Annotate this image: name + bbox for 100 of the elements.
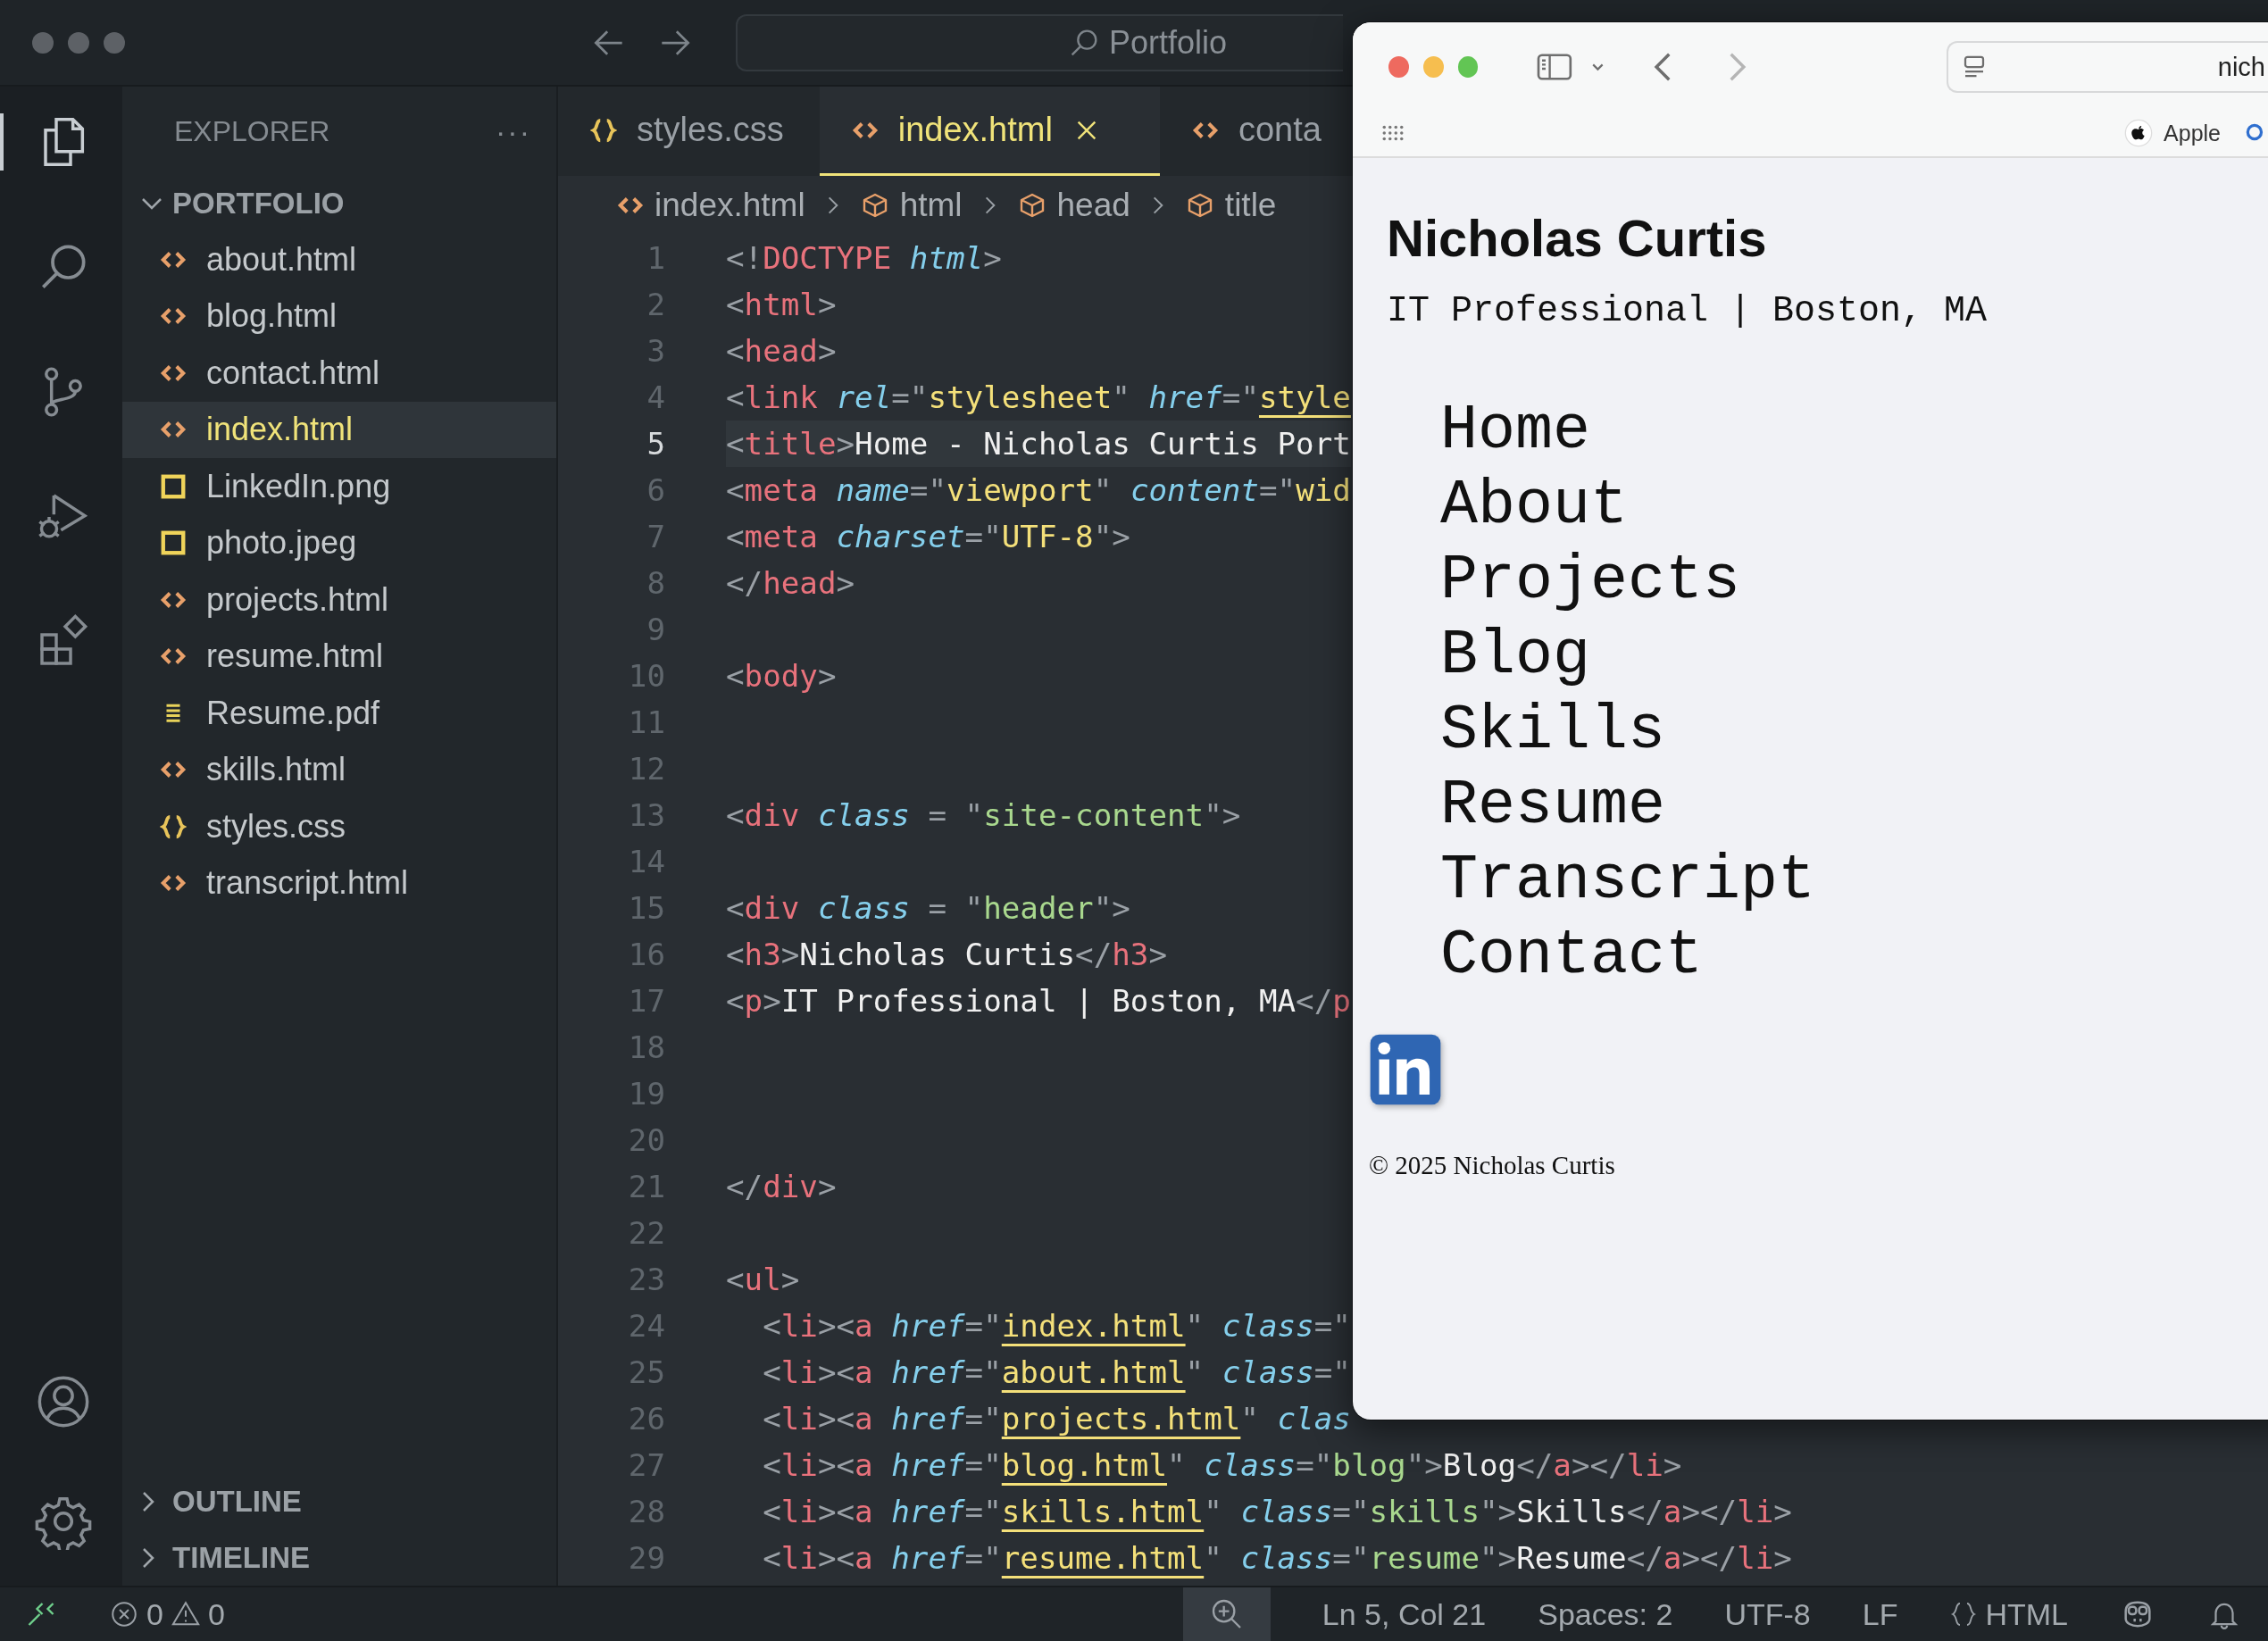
file-item[interactable]: projects.html — [122, 571, 556, 629]
line-number: 2 — [646, 287, 665, 322]
more-actions-button[interactable]: ··· — [496, 113, 531, 149]
line-number: 18 — [627, 1029, 665, 1065]
nav-link[interactable]: Projects — [1440, 544, 1741, 619]
page-heading: Nicholas Curtis — [1387, 208, 1768, 268]
line-number: 29 — [627, 1540, 665, 1576]
explorer-title: EXPLORER — [174, 114, 330, 148]
code-line: <ul> — [726, 1261, 800, 1299]
code-line: <h3>Nicholas Curtis</h3> — [726, 936, 1168, 974]
code-line: <html> — [726, 286, 837, 324]
braces-file-icon — [160, 812, 187, 840]
file-item[interactable]: transcript.html — [122, 854, 556, 912]
zoom-button[interactable] — [1182, 1587, 1271, 1641]
indentation-setting[interactable]: Spaces: 2 — [1538, 1596, 1673, 1632]
sidebar-toggle-icon[interactable] — [1537, 52, 1573, 82]
code-line: <li><a href="blog.html" class="blog">Blog</a></li> — [762, 1446, 1682, 1485]
line-number: 13 — [627, 797, 665, 833]
editor-tab[interactable]: conta — [1159, 87, 1322, 176]
code-line: </div> — [726, 1168, 837, 1206]
nav-link[interactable]: About — [1440, 469, 1629, 544]
line-number: 24 — [627, 1308, 665, 1344]
breadcrumb-item[interactable]: index.html — [617, 187, 805, 224]
line-number: 7 — [646, 519, 665, 554]
code-line: <!DOCTYPE html> — [726, 239, 1002, 278]
line-number: 11 — [627, 704, 665, 740]
code-line: <p>IT Professional | Boston, MA</p — [726, 982, 1351, 1020]
file-item[interactable]: contact.html — [122, 345, 556, 402]
line-number: 14 — [627, 844, 665, 879]
encoding-setting[interactable]: UTF-8 — [1724, 1596, 1811, 1632]
editor-tab[interactable]: styles.css — [558, 87, 820, 176]
line-number: 17 — [627, 983, 665, 1019]
close-window-button[interactable] — [1388, 56, 1409, 78]
file-item[interactable]: photo.jpeg — [122, 514, 556, 571]
nav-link[interactable]: Transcript — [1440, 844, 1816, 919]
line-number: 26 — [627, 1401, 665, 1437]
line-number: 9 — [646, 612, 665, 647]
window-control-dot[interactable] — [68, 31, 89, 54]
error-count: 0 — [146, 1596, 163, 1632]
braces-file-icon — [590, 116, 617, 144]
line-number: 4 — [646, 379, 665, 415]
breadcrumb-item[interactable]: html — [860, 187, 963, 224]
line-number: 8 — [646, 565, 665, 601]
code-line: <li><a href="index.html" class=" — [762, 1307, 1351, 1345]
line-number: 16 — [627, 937, 665, 972]
file-item[interactable]: index.html — [122, 401, 556, 458]
line-number: 3 — [646, 333, 665, 369]
file-item[interactable]: Resume.pdf — [122, 685, 556, 742]
nav-link[interactable]: Contact — [1440, 919, 1704, 994]
line-number: 22 — [627, 1215, 665, 1251]
code-line: <head> — [726, 332, 837, 371]
linkedin-logo-icon[interactable] — [1369, 1033, 1442, 1106]
warning-count: 0 — [207, 1596, 225, 1632]
line-number: 10 — [627, 658, 665, 694]
file-item[interactable]: skills.html — [122, 741, 556, 798]
line-number: 6 — [646, 472, 665, 508]
line-number: 28 — [627, 1494, 665, 1529]
code-line: <li><a href="about.html" class=" — [762, 1354, 1351, 1392]
window-control-dot[interactable] — [32, 31, 54, 54]
window-control-dot[interactable] — [104, 31, 125, 54]
nav-link[interactable]: Resume — [1440, 769, 1666, 844]
line-number: 25 — [627, 1354, 665, 1390]
file-item[interactable]: LinkedIn.png — [122, 458, 556, 515]
line-number: 5 — [646, 426, 665, 462]
footer-text: © 2025 Nicholas Curtis — [1369, 1151, 1616, 1180]
problems-button[interactable]: 0 0 — [109, 1596, 225, 1632]
code-line: </head> — [726, 564, 855, 603]
section-header[interactable]: OUTLINE — [122, 1473, 556, 1529]
line-number: 27 — [627, 1447, 665, 1483]
language-mode[interactable]: HTML — [1949, 1596, 2068, 1632]
code-line: <li><a href="skills.html" class="skills">Skills</a></li> — [762, 1493, 1792, 1531]
breadcrumb-item[interactable]: title — [1185, 187, 1277, 224]
line-number: 15 — [627, 890, 665, 926]
code-line: <li><a href="resume.html" class="resume">Resume</a></li> — [762, 1539, 1792, 1578]
breadcrumb-item[interactable]: head — [1017, 187, 1130, 224]
image-file-icon — [160, 529, 187, 557]
line-number: 1 — [646, 240, 665, 276]
apple-logo-icon — [2124, 119, 2154, 147]
line-number: 21 — [627, 1169, 665, 1204]
address-field[interactable]: nich — [1946, 41, 2268, 93]
code-line: <link rel="stylesheet" href="style — [726, 379, 1351, 417]
file-item[interactable]: blog.html — [122, 287, 556, 345]
page-subtitle: IT Professional | Boston, MA — [1387, 291, 1989, 331]
file-item[interactable]: resume.html — [122, 628, 556, 685]
nav-link[interactable]: Home — [1440, 394, 1591, 469]
command-search-field[interactable]: Portfolio — [736, 13, 1343, 71]
code-line: <div class = "header"> — [726, 889, 1130, 928]
editor-tab[interactable]: index.html — [819, 87, 1160, 176]
section-header[interactable]: TIMELINE — [122, 1529, 556, 1586]
nav-link[interactable]: Blog — [1440, 619, 1591, 694]
line-ending-setting[interactable]: LF — [1862, 1596, 1898, 1632]
line-number: 20 — [627, 1122, 665, 1158]
file-item[interactable]: about.html — [122, 231, 556, 288]
bookmark-link[interactable]: Apple — [2124, 119, 2221, 147]
file-item[interactable]: styles.css — [122, 798, 556, 855]
code-line: <meta charset="UTF-8"> — [726, 518, 1130, 556]
nav-link[interactable]: Skills — [1440, 694, 1666, 769]
error-icon — [109, 1599, 139, 1629]
cursor-position[interactable]: Ln 5, Col 21 — [1322, 1596, 1487, 1632]
folder-header[interactable]: PORTFOLIO — [122, 176, 556, 231]
